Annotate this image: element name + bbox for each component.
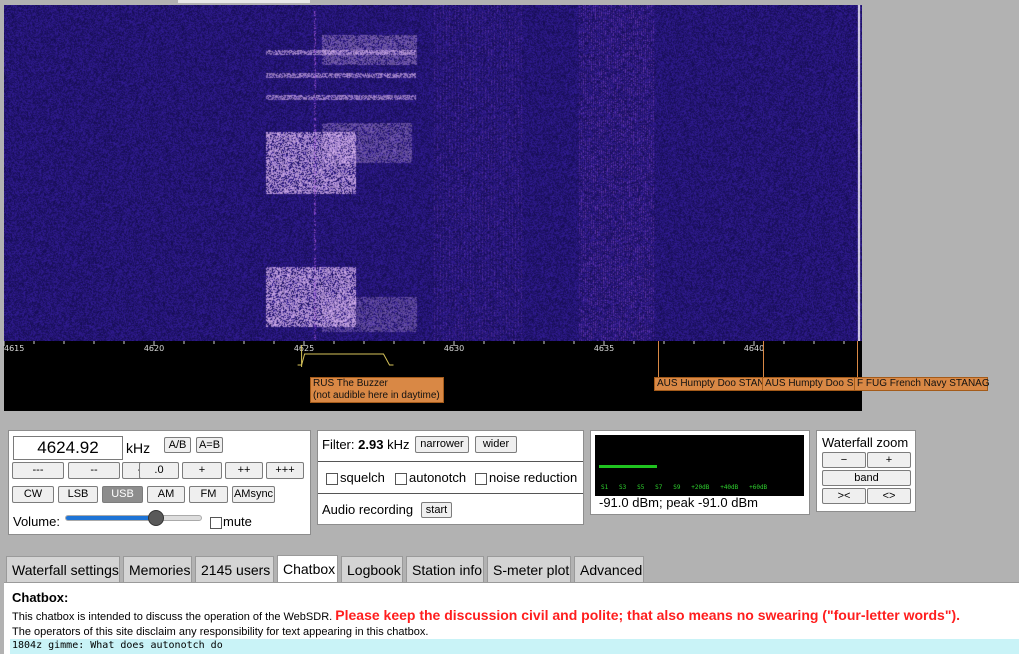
chatbox-disclaimer: The operators of this site disclaim any … [12, 626, 429, 638]
chatbox-intro: This chatbox is intended to discuss the … [12, 611, 333, 623]
volume-slider-knob[interactable] [148, 510, 164, 526]
zoom-in-button[interactable]: + [867, 452, 911, 468]
squelch-checkbox[interactable] [326, 473, 338, 485]
zoom-right-button[interactable]: <> [867, 488, 911, 504]
chatbox-intro-line: This chatbox is intended to discuss the … [12, 607, 960, 623]
mode-button-fm[interactable]: FM [189, 486, 228, 503]
step-button[interactable]: --- [12, 462, 64, 479]
station-label-line: AUS Humpty Doo S [765, 378, 854, 389]
mode-button-cw[interactable]: CW [12, 486, 54, 503]
station-label-line: RUS The Buzzer [313, 378, 388, 389]
chatbox-warning: Please keep the discussion civil and pol… [335, 607, 961, 623]
s-meter: S1 S3 S5 S7 S9 +20dB +40dB +60dB -91.0 d… [590, 430, 810, 515]
filter-bandwidth: 2.93 [358, 437, 384, 452]
tab-memories[interactable]: Memories [123, 556, 192, 582]
noise-reduction-label: noise reduction [489, 470, 578, 485]
frequency-tick-label: 4620 [144, 344, 164, 353]
recording-label: Audio recording [322, 502, 414, 517]
station-label-fug-french-navy[interactable]: F FUG French Navy STANAG [854, 377, 990, 391]
step-button[interactable]: + [182, 462, 222, 479]
s-meter-readout: -91.0 dBm; peak -91.0 dBm [599, 495, 758, 510]
station-label-aus-humpty-2[interactable]: AUS Humpty Doo S [762, 377, 856, 391]
chatbox-title: Chatbox: [12, 590, 69, 605]
filter-row: Filter: 2.93 kHz [322, 437, 409, 452]
tab-station-info[interactable]: Station info [406, 556, 484, 582]
divider [318, 461, 583, 462]
mode-button-lsb[interactable]: LSB [58, 486, 98, 503]
ab-button[interactable]: A/B [164, 437, 191, 453]
noise-reduction-checkbox[interactable] [475, 473, 487, 485]
s-meter-display: S1 S3 S5 S7 S9 +20dB +40dB +60dB [595, 435, 804, 496]
chat-message: 1804z gimme: What does autonotch do [10, 639, 1019, 654]
tab-chatbox[interactable]: Chatbox [277, 555, 338, 583]
frequency-tick-label: 4625 [294, 344, 314, 353]
s-meter-bar [599, 465, 657, 468]
autonotch-label: autonotch [409, 470, 467, 485]
passband-marker[interactable] [297, 353, 394, 366]
mode-button-amsync[interactable]: AMsync [232, 486, 275, 503]
squelch-label: squelch [340, 470, 385, 485]
volume-slider-fill [66, 516, 155, 520]
narrower-button[interactable]: narrower [415, 436, 469, 453]
filter-label: Filter: [322, 437, 355, 452]
filter-panel: Filter: 2.93 kHz narrower wider squelch … [317, 430, 584, 525]
volume-label: Volume: [13, 514, 60, 529]
tab-s-meter-plot[interactable]: S-meter plot [487, 556, 571, 582]
tab-waterfall-settings[interactable]: Waterfall settings [6, 556, 120, 582]
tuning-panel: 4624.92 kHz A/B A=B --- -- - .0 .0 + ++ … [8, 430, 311, 535]
autonotch-checkbox[interactable] [395, 473, 407, 485]
frequency-scale[interactable]: 4615 4620 4625 4630 4635 4640 RUS The Buzzer … [3, 341, 990, 411]
tab-2145-users[interactable]: 2145 users [195, 556, 274, 582]
frequency-tick-label: 4615 [4, 344, 24, 353]
waterfall-display[interactable] [4, 5, 862, 341]
station-label-aus-humpty-1[interactable]: AUS Humpty Doo STAN [654, 377, 764, 391]
mode-button-am[interactable]: AM [147, 486, 185, 503]
frequency-tick-label: 4635 [594, 344, 614, 353]
step-button[interactable]: ++ [225, 462, 263, 479]
frequency-unit: kHz [126, 440, 151, 456]
step-button[interactable]: .0 [139, 462, 179, 479]
zoom-title: Waterfall zoom [822, 435, 909, 450]
mute-label: mute [223, 514, 252, 529]
tab-advanced[interactable]: Advanced [574, 556, 644, 582]
station-label-line: (not audible here in daytime) [313, 390, 440, 401]
mode-button-usb[interactable]: USB [102, 486, 143, 503]
wider-button[interactable]: wider [475, 436, 517, 453]
chatbox-panel: Chatbox: This chatbox is intended to dis… [4, 582, 1019, 654]
s-meter-scale: S1 S3 S5 S7 S9 +20dB +40dB +60dB [601, 484, 768, 491]
frequency-input[interactable]: 4624.92 [13, 436, 123, 460]
station-label-line: F FUG French Navy STANAG [857, 378, 990, 389]
divider [318, 493, 583, 494]
volume-slider[interactable] [65, 510, 202, 526]
tab-logbook[interactable]: Logbook [341, 556, 403, 582]
zoom-out-button[interactable]: − [822, 452, 866, 468]
top-edge-strip [178, 0, 310, 3]
zoom-left-button[interactable]: >< [822, 488, 866, 504]
step-button[interactable]: -- [68, 462, 120, 479]
waterfall-zoom-panel: Waterfall zoom − + band >< <> [816, 430, 916, 512]
filter-unit: kHz [387, 437, 410, 452]
frequency-tick-label: 4630 [444, 344, 464, 353]
a-equals-b-button[interactable]: A=B [196, 437, 223, 453]
record-start-button[interactable]: start [421, 502, 452, 518]
frequency-tick-label: 4640 [744, 344, 764, 353]
mute-checkbox[interactable] [210, 517, 222, 529]
zoom-band-button[interactable]: band [822, 470, 911, 486]
station-label-rus-buzzer[interactable]: RUS The Buzzer (not audible here in dayt… [310, 377, 444, 403]
step-button[interactable]: +++ [266, 462, 304, 479]
station-label-line: AUS Humpty Doo STAN [657, 378, 764, 389]
